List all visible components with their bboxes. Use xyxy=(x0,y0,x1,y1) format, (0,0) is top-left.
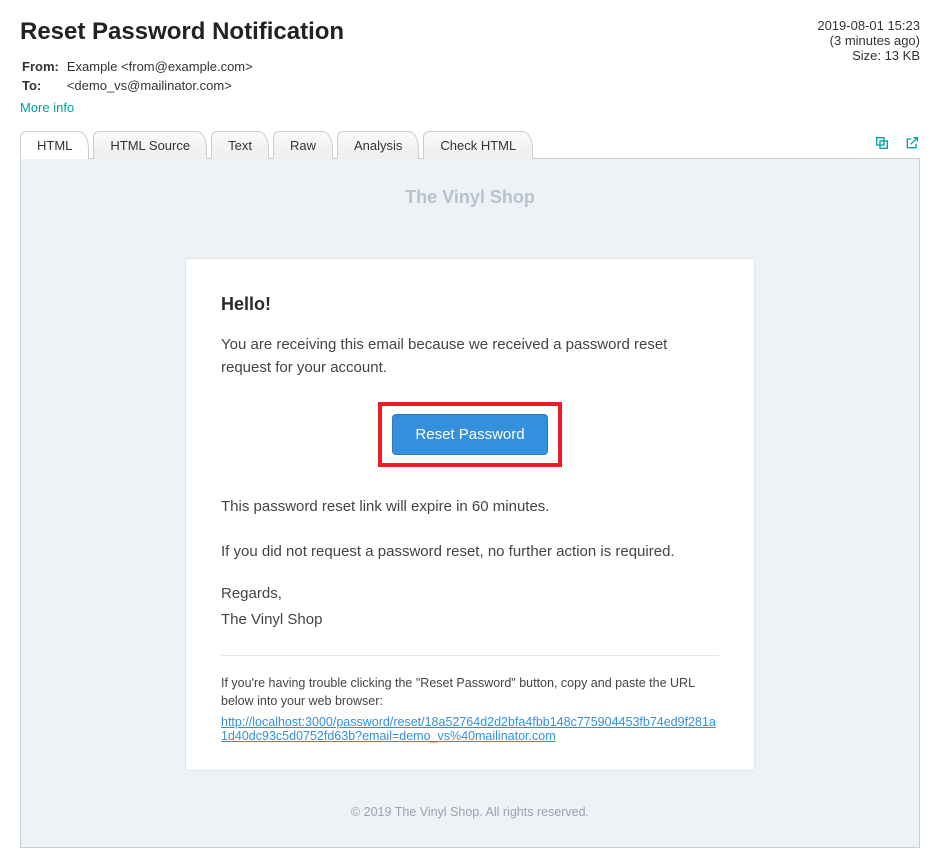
from-value: Example <from@example.com> xyxy=(67,58,253,75)
from-label: From: xyxy=(22,58,65,75)
to-value: <demo_vs@mailinator.com> xyxy=(67,77,253,94)
email-greeting: Hello! xyxy=(221,294,719,315)
fallback-instructions: If you're having trouble clicking the "R… xyxy=(221,674,719,710)
email-expiry-text: This password reset link will expire in … xyxy=(221,495,719,518)
email-intro-text: You are receiving this email because we … xyxy=(221,333,719,380)
tab-html-source[interactable]: HTML Source xyxy=(93,131,207,159)
reset-password-button[interactable]: Reset Password xyxy=(392,414,547,455)
fallback-url-link[interactable]: http://localhost:3000/password/reset/18a… xyxy=(221,715,719,743)
relative-time: (3 minutes ago) xyxy=(817,33,920,48)
timestamp: 2019-08-01 15:23 xyxy=(817,18,920,33)
email-regards: Regards, xyxy=(221,585,719,602)
tab-analysis[interactable]: Analysis xyxy=(337,131,419,159)
email-team: The Vinyl Shop xyxy=(221,608,719,631)
email-footer: © 2019 The Vinyl Shop. All rights reserv… xyxy=(21,771,919,837)
highlight-box: Reset Password xyxy=(378,402,561,467)
tab-check-html[interactable]: Check HTML xyxy=(423,131,533,159)
tab-html[interactable]: HTML xyxy=(20,131,89,159)
page-title: Reset Password Notification xyxy=(20,18,344,46)
size-label: Size: 13 KB xyxy=(817,48,920,63)
email-preview-pane: The Vinyl Shop Hello! You are receiving … xyxy=(20,158,920,848)
email-divider xyxy=(221,655,719,656)
tab-raw[interactable]: Raw xyxy=(273,131,333,159)
email-noaction-text: If you did not request a password reset,… xyxy=(221,540,719,563)
tab-text[interactable]: Text xyxy=(211,131,269,159)
open-external-icon[interactable] xyxy=(904,135,920,156)
to-label: To: xyxy=(22,77,65,94)
copy-icon[interactable] xyxy=(874,135,890,156)
more-info-link[interactable]: More info xyxy=(20,100,74,115)
email-brand-header: The Vinyl Shop xyxy=(21,159,919,258)
